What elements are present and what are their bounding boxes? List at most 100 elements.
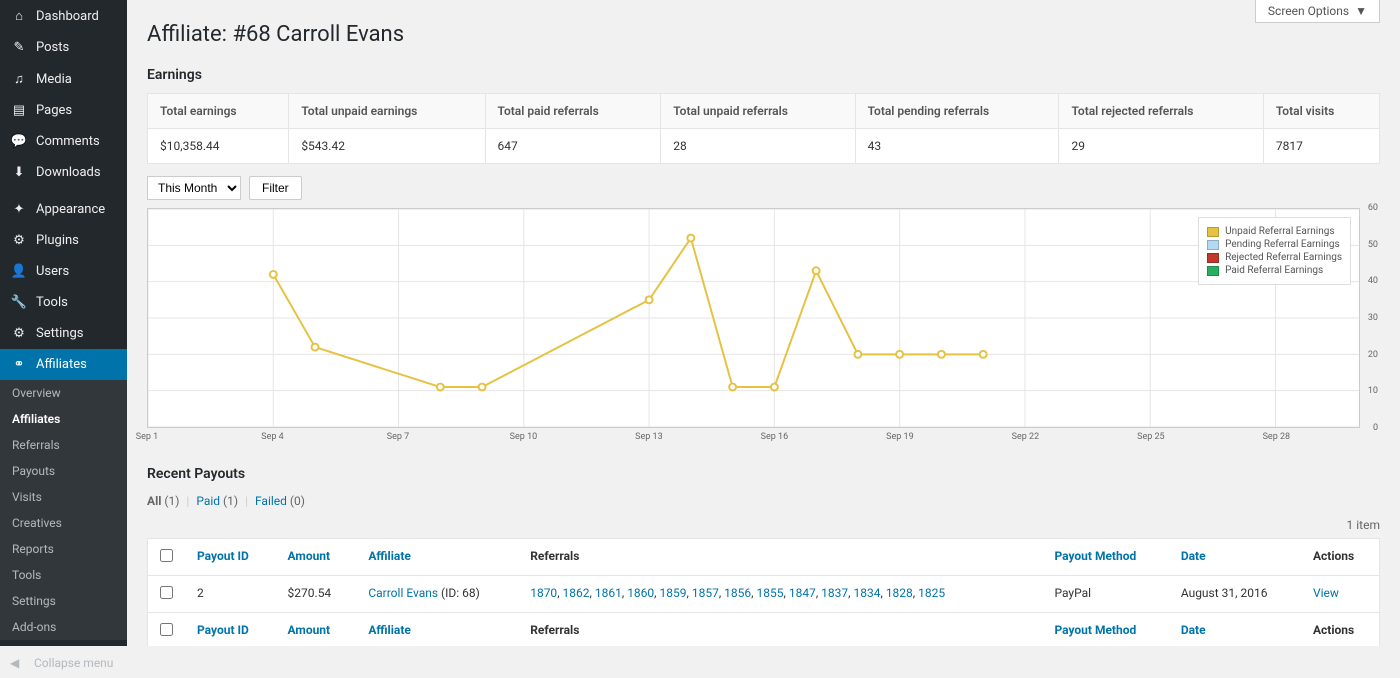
filter-all[interactable]: All — [147, 494, 161, 508]
chevron-down-icon: ▼ — [1355, 4, 1367, 18]
sidebar-item-label: Affiliates — [36, 357, 87, 372]
column-header[interactable]: Amount — [276, 539, 357, 576]
sidebar-item-label: Pages — [36, 103, 72, 118]
sidebar-item-plugins[interactable]: ⚙ Plugins — [0, 225, 127, 256]
sidebar-item-dashboard[interactable]: ⌂Dashboard — [0, 0, 127, 32]
collapse-menu-button[interactable]: ◀ Collapse menu — [0, 648, 127, 678]
referral-link[interactable]: 1860 — [627, 586, 654, 600]
sidebar-item-comments[interactable]: 💬Comments — [0, 126, 127, 157]
sidebar-item-tools[interactable]: 🔧Tools — [0, 287, 127, 318]
sidebar-item-pages[interactable]: ▤Pages — [0, 95, 127, 126]
earnings-value: $10,358.44 — [148, 129, 289, 164]
sort-link[interactable]: Amount — [288, 623, 331, 637]
referral-link[interactable]: 1870 — [530, 586, 557, 600]
comment-icon: 💬 — [10, 134, 28, 149]
referral-link[interactable]: 1834 — [853, 586, 880, 600]
referral-link[interactable]: 1856 — [724, 586, 751, 600]
column-header[interactable]: Payout ID — [185, 613, 276, 647]
row-checkbox[interactable] — [160, 586, 173, 599]
method-cell: PayPal — [1042, 576, 1168, 613]
submenu-item-add-ons[interactable]: Add-ons — [0, 614, 127, 640]
select-all-checkbox[interactable] — [160, 549, 173, 562]
column-header[interactable]: Date — [1169, 539, 1301, 576]
affiliates-icon: ⚭ — [10, 357, 28, 372]
x-tick-label: Sep 28 — [1263, 432, 1291, 442]
legend-label: Rejected Referral Earnings — [1225, 252, 1342, 263]
sort-link[interactable]: Affiliate — [368, 549, 411, 563]
column-header[interactable]: Date — [1169, 613, 1301, 647]
filter-button[interactable]: Filter — [249, 176, 302, 200]
legend-label: Unpaid Referral Earnings — [1225, 226, 1334, 237]
view-link[interactable]: View — [1313, 586, 1339, 600]
date-range-select[interactable]: This Month — [147, 176, 241, 200]
sidebar-item-posts[interactable]: ✎ Posts — [0, 32, 127, 63]
column-header[interactable]: Affiliate — [356, 613, 518, 647]
media-icon: ♫ — [10, 71, 28, 87]
column-header[interactable]: Payout ID — [185, 539, 276, 576]
referral-link[interactable]: 1847 — [789, 586, 816, 600]
screen-options-toggle[interactable]: Screen Options ▼ — [1255, 0, 1380, 23]
column-header[interactable]: Affiliate — [356, 539, 518, 576]
submenu-item-reports[interactable]: Reports — [0, 536, 127, 562]
referral-link[interactable]: 1862 — [563, 586, 590, 600]
submenu-item-referrals[interactable]: Referrals — [0, 432, 127, 458]
referral-link[interactable]: 1825 — [918, 586, 945, 600]
sidebar-item-label: Posts — [36, 40, 69, 55]
sort-link[interactable]: Affiliate — [368, 623, 411, 637]
affiliate-link[interactable]: Carroll Evans — [368, 586, 438, 600]
legend-swatch — [1207, 253, 1219, 263]
column-header[interactable]: Payout Method — [1042, 613, 1168, 647]
submenu-item-creatives[interactable]: Creatives — [0, 510, 127, 536]
submenu-item-overview[interactable]: Overview — [0, 380, 127, 406]
sidebar-item-affiliates[interactable]: ⚭ Affiliates — [0, 349, 127, 380]
dashboard-icon: ⌂ — [10, 8, 28, 24]
sidebar-item-label: Plugins — [36, 233, 79, 248]
chart-wrap: Unpaid Referral EarningsPending Referral… — [147, 208, 1380, 428]
main-content: Screen Options ▼ Affiliate: #68 Carroll … — [127, 0, 1400, 646]
column-header[interactable]: Payout Method — [1042, 539, 1168, 576]
select-all-checkbox[interactable] — [160, 623, 173, 636]
submenu-item-payouts[interactable]: Payouts — [0, 458, 127, 484]
earnings-header: Total earnings — [148, 94, 289, 129]
filter-failed[interactable]: Failed — [255, 494, 287, 508]
x-tick-label: Sep 13 — [635, 432, 663, 442]
sort-link[interactable]: Date — [1181, 549, 1206, 563]
submenu-item-affiliates[interactable]: Affiliates — [0, 406, 127, 432]
x-tick-label: Sep 7 — [387, 432, 409, 442]
pin-icon: ✎ — [10, 40, 28, 55]
sidebar-item-appearance[interactable]: ✦Appearance — [0, 194, 127, 225]
referral-link[interactable]: 1857 — [692, 586, 719, 600]
x-tick-label: Sep 25 — [1137, 432, 1165, 442]
earnings-header: Total paid referrals — [485, 94, 661, 129]
referral-link[interactable]: 1861 — [595, 586, 622, 600]
earnings-header: Total rejected referrals — [1059, 94, 1263, 129]
earnings-value: 43 — [855, 129, 1059, 164]
plugin-icon: ⚙ — [10, 233, 28, 248]
referral-link[interactable]: 1828 — [886, 586, 913, 600]
filter-paid[interactable]: Paid — [196, 494, 220, 508]
sort-link[interactable]: Payout ID — [197, 623, 249, 637]
sidebar-item-users[interactable]: 👤Users — [0, 256, 127, 287]
submenu-item-visits[interactable]: Visits — [0, 484, 127, 510]
sort-link[interactable]: Payout Method — [1054, 549, 1136, 563]
sidebar-item-downloads[interactable]: ⬇Downloads — [0, 157, 127, 188]
actions-cell: View — [1301, 576, 1380, 613]
payout-status-filters: All (1) | Paid (1) | Failed (0) — [147, 494, 1380, 508]
sidebar-item-settings[interactable]: ⚙Settings — [0, 318, 127, 349]
column-header[interactable]: Amount — [276, 613, 357, 647]
sort-link[interactable]: Payout Method — [1054, 623, 1136, 637]
sort-link[interactable]: Payout ID — [197, 549, 249, 563]
referral-link[interactable]: 1855 — [757, 586, 784, 600]
amount-cell: $270.54 — [276, 576, 357, 613]
earnings-chart: Unpaid Referral EarningsPending Referral… — [147, 208, 1360, 428]
x-tick-label: Sep 22 — [1012, 432, 1040, 442]
referral-link[interactable]: 1837 — [821, 586, 848, 600]
sidebar-item-media[interactable]: ♫Media — [0, 63, 127, 95]
sort-link[interactable]: Date — [1181, 623, 1206, 637]
chart-legend: Unpaid Referral EarningsPending Referral… — [1198, 217, 1351, 285]
submenu-item-settings[interactable]: Settings — [0, 588, 127, 614]
sort-link[interactable]: Amount — [288, 549, 331, 563]
submenu-item-tools[interactable]: Tools — [0, 562, 127, 588]
referral-link[interactable]: 1859 — [660, 586, 687, 600]
user-icon: 👤 — [10, 264, 28, 279]
